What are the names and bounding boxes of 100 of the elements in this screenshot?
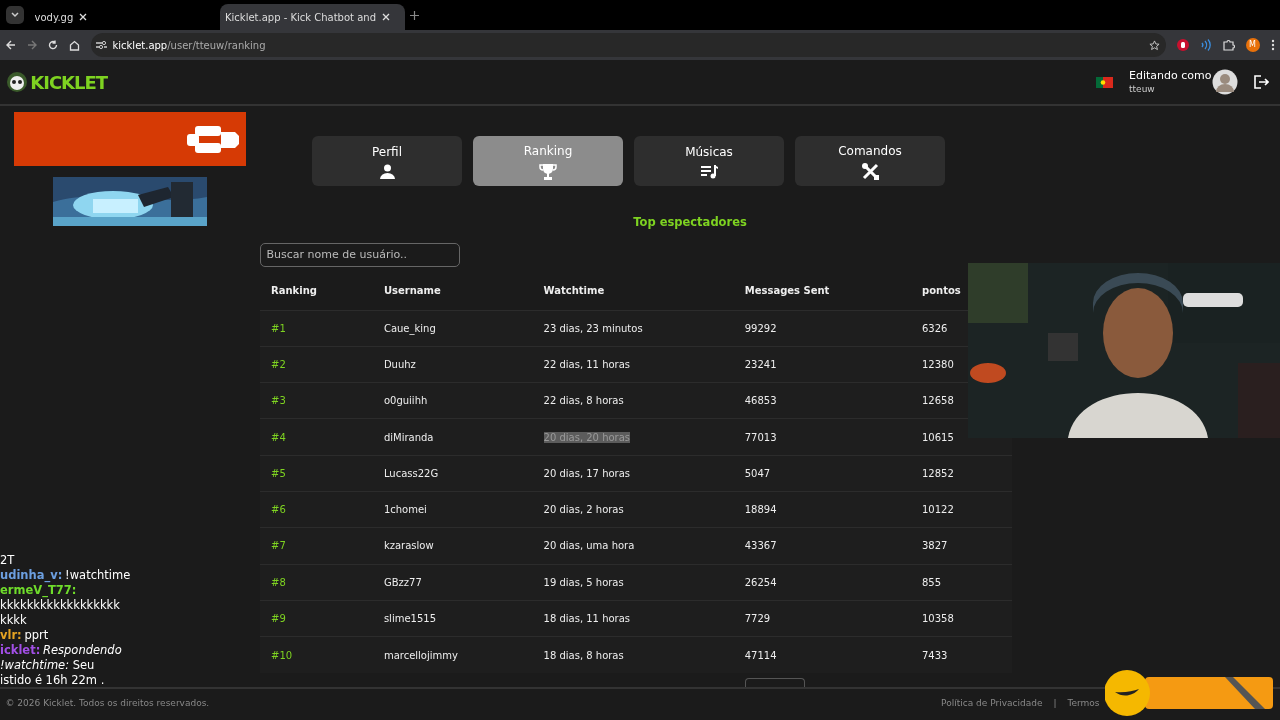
rank-cell: #5 (260, 455, 373, 492)
rank-cell: #3 (260, 382, 373, 419)
username-cell: o0guiihh (372, 382, 533, 419)
messages-cell: 99292 (733, 310, 911, 347)
points-cell: 855 (911, 564, 1012, 601)
chat-message: kkkkkkkkkkkkkkkkkk (0, 598, 120, 613)
user-avatar[interactable] (1211, 69, 1238, 95)
tab-list-icon[interactable] (5, 6, 24, 24)
rank-cell: #6 (260, 491, 373, 528)
username-cell: Duuhz (372, 346, 533, 383)
username-cell: Caue_king (372, 310, 533, 347)
column-header: Username (372, 272, 533, 310)
watchtime-cell: 20 dias, 17 horas (543, 467, 631, 479)
tools-icon (861, 162, 879, 180)
watchtime-cell: 22 dias, 8 horas (543, 395, 624, 407)
watchtime-cell: 20 dias, 2 horas (543, 504, 624, 516)
points-cell: 12852 (911, 455, 1012, 492)
messages-cell: 23241 (733, 346, 911, 383)
messages-cell: 43367 (733, 527, 911, 565)
chat-username: icklet: (0, 643, 41, 658)
chat-message: Respondendo (43, 643, 122, 658)
username-cell: kzaraslow (372, 527, 533, 565)
browser-tab[interactable]: Kicklet.app - Kick Chatbot and (219, 4, 405, 30)
browser-tab[interactable]: vody.gg (29, 4, 214, 30)
messages-cell: 77013 (733, 418, 911, 456)
vody-banner[interactable] (14, 111, 246, 166)
points-cell: 12658 (911, 382, 1012, 419)
close-icon[interactable] (78, 13, 87, 21)
messages-cell: 46853 (733, 382, 911, 419)
reload-icon[interactable] (47, 40, 58, 50)
copyright-text: © 2026 Kicklet. Todos os direitos reservados. (5, 697, 210, 711)
forward-icon[interactable] (26, 40, 37, 50)
username-cell: diMiranda (372, 418, 533, 456)
messages-cell: 26254 (733, 564, 911, 601)
video-camera-icon (186, 123, 241, 154)
section-title: Top espectadores (633, 215, 747, 229)
rank-cell: #10 (260, 636, 373, 673)
rank-cell: #9 (260, 600, 373, 637)
chat-message: !watchtime: Seu (0, 658, 95, 673)
music-list-icon (700, 163, 718, 179)
points-cell: 12380 (911, 346, 1012, 383)
watchtime-cell: 19 dias, 5 horas (543, 576, 624, 588)
chat-username: udinha_v: (0, 568, 63, 583)
portugal-flag-icon[interactable] (1095, 76, 1113, 88)
points-cell: 10615 (911, 418, 1012, 456)
username-cell: GBzz77 (372, 564, 533, 601)
back-icon[interactable] (5, 40, 16, 50)
footer-link[interactable]: Política de Privacidade (941, 697, 1043, 711)
rank-cell: #1 (260, 310, 373, 347)
chat-username: vlr: (0, 628, 22, 643)
points-cell: 6326 (911, 310, 1012, 347)
footer-link[interactable]: Termos (1067, 697, 1100, 711)
home-icon[interactable] (68, 39, 80, 51)
points-cell: 10122 (911, 491, 1012, 528)
menu-icon[interactable] (1270, 39, 1275, 51)
username-cell: slime1515 (372, 600, 533, 637)
hand-icon[interactable] (1176, 39, 1189, 51)
username-label: tteuw (1129, 83, 1156, 96)
rank-cell: #4 (260, 418, 373, 456)
chat-username: ermeV_T77: (0, 583, 77, 598)
points-cell: 3827 (911, 527, 1012, 565)
chat-message: 2T (0, 553, 15, 568)
rank-cell: #8 (260, 564, 373, 601)
panda-logo-icon (5, 71, 28, 93)
watchtime-cell: 18 dias, 11 horas (543, 613, 631, 625)
star-icon[interactable] (1149, 39, 1160, 51)
messages-cell: 18894 (733, 491, 911, 528)
close-icon[interactable] (381, 13, 390, 21)
messages-cell: 5047 (733, 455, 911, 492)
nav-tab[interactable]: Músicas (634, 136, 784, 186)
messages-cell: 47114 (733, 636, 911, 673)
separator-text: | (1053, 697, 1057, 711)
puzzle-icon[interactable] (1222, 39, 1235, 51)
column-header: Ranking (260, 272, 373, 310)
username-cell: Lucass22G (372, 455, 533, 492)
nav-tab[interactable]: Comandos (795, 136, 945, 186)
rank-cell: #2 (260, 346, 373, 383)
signal-waves-icon[interactable] (1199, 39, 1212, 51)
watchtime-cell: 23 dias, 23 minutos (543, 322, 643, 334)
watchtime-cell: 22 dias, 11 horas (543, 358, 631, 370)
rank-cell: #7 (260, 527, 373, 565)
column-header: Messages Sent (733, 272, 911, 310)
chat-message: !watchtime (65, 568, 131, 583)
logout-icon[interactable] (1254, 75, 1269, 89)
site-settings-icon[interactable] (96, 40, 107, 50)
watchtime-cell: 18 dias, 8 horas (543, 649, 624, 661)
points-cell: 10358 (911, 600, 1012, 637)
chat-message: kkkk (0, 613, 27, 628)
search-field[interactable]: Buscar nome de usuário.. (260, 242, 460, 267)
messages-cell: 7729 (733, 600, 911, 637)
logo-text[interactable]: KICKLET (30, 68, 108, 96)
column-header: Watchtime (532, 272, 734, 310)
new-tab-icon[interactable] (410, 10, 419, 20)
address-bar[interactable]: kicklet.app/user/tteuw/ranking (112, 37, 266, 53)
person-icon (379, 163, 395, 179)
watchtime-cell: 20 dias, 20 horas (543, 431, 631, 443)
editing-label: Editando como (1129, 68, 1212, 84)
chat-message: pprt (24, 628, 49, 643)
nav-tab[interactable]: Perfil (312, 136, 462, 186)
points-cell: 7433 (911, 636, 1012, 673)
